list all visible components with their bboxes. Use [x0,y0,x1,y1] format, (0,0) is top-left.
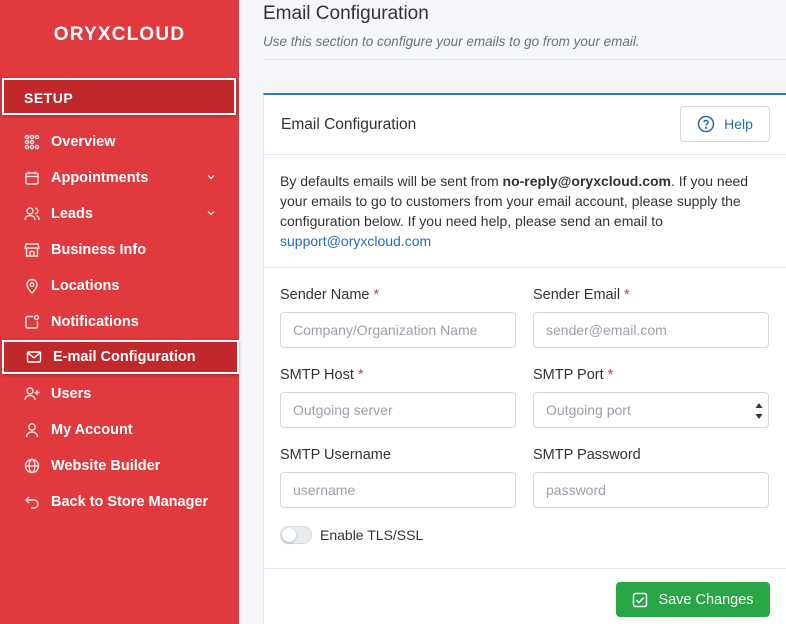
smtp-password-label: SMTP Password [533,447,641,463]
required-mark: * [624,287,630,303]
label-text: SMTP Port [533,367,604,383]
brand-logo: ORYXCLOUD [53,24,186,45]
sidebar-item-label: Locations [51,278,120,294]
bell-icon [23,313,41,331]
sender-name-input[interactable] [280,312,516,348]
sidebar-item-back-to-store-manager[interactable]: Back to Store Manager [0,484,239,520]
map-pin-icon [23,277,41,295]
required-mark: * [373,287,380,303]
card-header-divider [264,154,786,155]
smtp-port-label: SMTP Port * [533,367,613,383]
footer-divider [264,568,786,569]
user-plus-icon [23,385,41,403]
smtp-username-input[interactable] [280,472,516,508]
sidebar-item-label: E-mail Configuration [53,349,196,365]
sidebar-item-label: Users [51,386,92,402]
sidebar-item-website-builder[interactable]: Website Builder [0,448,239,484]
card-title: Email Configuration [281,116,417,133]
sender-name-label: Sender Name * [280,287,379,303]
sidebar-item-notifications[interactable]: Notifications [0,304,239,340]
sidebar-item-appointments[interactable]: Appointments [0,160,239,196]
smtp-username-label: SMTP Username [280,447,391,463]
store-icon [23,241,41,259]
users-icon [23,205,41,223]
label-text: SMTP Host [280,367,354,383]
sidebar-item-email-configuration[interactable]: E-mail Configuration [2,340,239,374]
tls-ssl-toggle[interactable] [280,526,312,544]
sidebar-item-my-account[interactable]: My Account [0,412,239,448]
intro-text: By defaults emails will be sent from no-… [280,171,774,251]
setup-section-header: SETUP [2,78,236,115]
toggle-knob [282,528,296,542]
sidebar-item-label: Business Info [51,242,147,258]
email-config-card: Email Configuration Help By defaults ema… [263,93,786,624]
tls-ssl-label: Enable TLS/SSL [320,527,424,543]
save-label: Save Changes [658,591,754,608]
header-divider [263,59,786,60]
required-mark: * [357,367,364,383]
smtp-host-label: SMTP Host * [280,367,364,383]
sidebar-item-label: Back to Store Manager [51,494,209,510]
sidebar-item-overview[interactable]: Overview [0,124,239,160]
required-mark: * [607,367,614,383]
support-email-link[interactable]: support@oryxcloud.com [280,233,431,249]
smtp-port-input[interactable] [533,392,769,428]
sidebar-item-leads[interactable]: Leads [0,196,239,232]
calendar-icon [23,169,41,187]
sidebar-item-label: Overview [51,134,116,150]
sidebar: ORYXCLOUD SETUP Overview Appointments Le… [0,0,239,624]
globe-icon [23,457,41,475]
page-subtitle: Use this section to configure your email… [263,34,640,49]
sidebar-item-label: My Account [51,422,133,438]
label-text: Sender Name [280,287,370,303]
sidebar-item-label: Leads [51,206,93,222]
check-square-icon [633,592,648,607]
sender-email-input[interactable] [533,312,769,348]
sender-email-label: Sender Email * [533,287,630,303]
help-button[interactable]: Help [680,106,770,142]
help-label: Help [724,116,753,132]
page-title: Email Configuration [263,3,429,24]
sidebar-item-users[interactable]: Users [0,376,239,412]
intro-text-part: By defaults emails will be sent from [280,173,503,189]
smtp-host-input[interactable] [280,392,516,428]
chevron-down-icon [207,211,215,216]
label-text: Sender Email [533,287,621,303]
user-icon [23,421,41,439]
sidebar-item-label: Appointments [51,170,149,186]
save-changes-button[interactable]: Save Changes [616,582,770,617]
sidebar-item-label: Website Builder [51,458,161,474]
sidebar-item-business-info[interactable]: Business Info [0,232,239,268]
help-circle-icon [697,115,715,133]
smtp-password-input[interactable] [533,472,769,508]
number-spinner-icon[interactable] [753,397,765,425]
default-sender-email: no-reply@oryxcloud.com [502,173,671,189]
chevron-down-icon [207,175,215,180]
setup-section-label: SETUP [24,90,74,106]
overview-icon [23,133,41,151]
mail-icon [25,348,43,366]
sidebar-item-label: Notifications [51,314,139,330]
sidebar-item-locations[interactable]: Locations [0,268,239,304]
intro-divider [264,267,786,268]
back-arrow-icon [23,493,41,511]
